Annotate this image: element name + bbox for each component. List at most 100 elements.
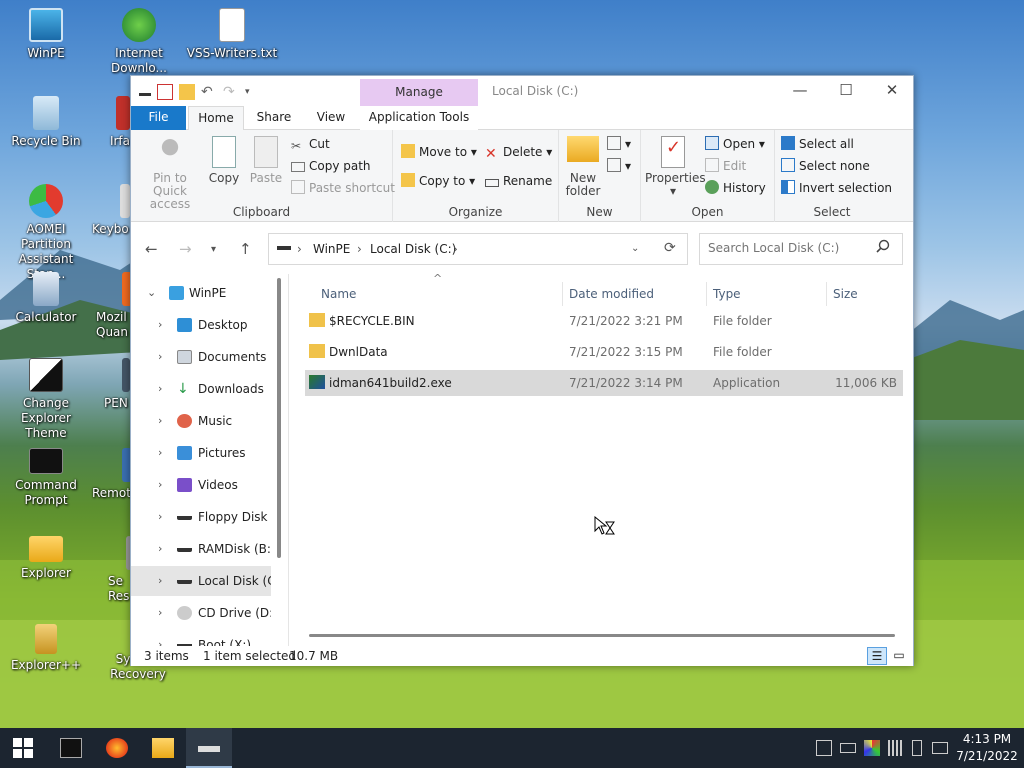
copy-button[interactable]: Copy	[205, 136, 243, 185]
new-folder-qat-icon[interactable]	[179, 84, 195, 100]
keyboard-icon[interactable]	[840, 743, 856, 753]
file-row[interactable]: DwnlData 7/21/2022 3:15 PM File folder	[305, 339, 903, 365]
desktop-icon-irfanview[interactable]: Irfa	[82, 96, 130, 149]
large-icons-view-icon[interactable]: ▭	[889, 647, 909, 665]
volume-muted-icon[interactable]	[936, 740, 952, 756]
column-header-size[interactable]: Size	[833, 282, 858, 306]
desktop-icon-explorerpp[interactable]: Explorer++	[0, 624, 92, 673]
nav-item-music[interactable]: › Music	[131, 406, 271, 436]
recent-locations-icon[interactable]: ▾	[211, 244, 216, 255]
pin-quick-access-button[interactable]: Pin to Quick access	[137, 136, 203, 211]
history-button[interactable]: History	[705, 178, 766, 198]
easy-access-button[interactable]: ▾	[607, 156, 631, 176]
nav-item-videos[interactable]: › Videos	[131, 470, 271, 500]
desktop-icon-remote[interactable]: Remot	[92, 448, 132, 501]
nav-item-documents[interactable]: › Documents	[131, 342, 271, 372]
usb-icon[interactable]	[912, 740, 922, 756]
taskbar-command-prompt[interactable]	[48, 728, 94, 768]
cut-button[interactable]: ✂ Cut	[291, 134, 330, 154]
nav-item-ramdisk[interactable]: › RAMDisk (B:)	[131, 534, 271, 564]
chevron-down-icon[interactable]: ⌄	[147, 278, 156, 308]
open-button[interactable]: Open ▾	[705, 134, 765, 154]
customize-qat-icon[interactable]: ▾	[245, 84, 253, 100]
search-icon[interactable]	[876, 239, 890, 253]
copy-to-button[interactable]: Copy to ▾	[401, 171, 475, 191]
close-button[interactable]: ✕	[869, 76, 915, 106]
column-header-name[interactable]: Name	[321, 282, 356, 306]
minimize-button[interactable]: —	[777, 76, 823, 106]
chevron-right-icon[interactable]: ›	[158, 438, 162, 468]
column-separator[interactable]	[706, 282, 707, 306]
chevron-right-icon[interactable]: ›	[158, 534, 162, 564]
address-bar[interactable]: › WinPE › Local Disk (C:) › ⌄ ⟳	[268, 233, 688, 265]
start-button[interactable]	[0, 728, 46, 768]
desktop-icon-aomei[interactable]: AOMEI Partition Assistant Stan...	[0, 184, 92, 282]
tab-share[interactable]: Share	[251, 106, 297, 130]
nav-item-cd-drive[interactable]: › CD Drive (D:)	[131, 598, 271, 628]
column-header-type[interactable]: Type	[713, 282, 741, 306]
chevron-right-icon[interactable]: ›	[158, 470, 162, 500]
chevron-right-icon[interactable]: ›	[158, 374, 162, 404]
color-app-icon[interactable]	[864, 740, 880, 756]
nav-item-winpe[interactable]: ⌄ WinPE	[131, 278, 271, 308]
forward-arrow-icon[interactable]: →	[179, 240, 192, 258]
tab-application-tools[interactable]: Application Tools	[360, 106, 478, 130]
new-folder-button[interactable]: New folder	[563, 136, 603, 198]
details-view-icon[interactable]: ☰	[867, 647, 887, 665]
tab-home[interactable]: Home	[188, 106, 244, 131]
taskbar-clock[interactable]: 4:13 PM 7/21/2022	[954, 731, 1020, 765]
desktop-icon-keyboard[interactable]: Keybo	[92, 184, 132, 237]
file-row[interactable]: $RECYCLE.BIN 7/21/2022 3:21 PM File fold…	[305, 308, 903, 334]
move-to-button[interactable]: Move to ▾	[401, 142, 477, 162]
chevron-right-icon[interactable]: ›	[158, 598, 162, 628]
address-dropdown-icon[interactable]: ⌄	[631, 243, 639, 254]
paste-shortcut-button[interactable]: Paste shortcut	[291, 178, 395, 198]
desktop-icon-internet-download-manager[interactable]: Internet Downlo...	[93, 8, 185, 76]
network-icon[interactable]	[816, 740, 832, 756]
nav-item-downloads[interactable]: › ↓ Downloads	[131, 374, 271, 404]
nav-item-local-disk[interactable]: › Local Disk (C:	[131, 566, 271, 596]
chevron-right-icon[interactable]: ›	[158, 342, 162, 372]
desktop-icon-pen[interactable]: PEN	[104, 358, 130, 411]
properties-qat-icon[interactable]	[157, 84, 173, 100]
desktop-icon-recycle-bin[interactable]: Recycle Bin	[0, 96, 92, 149]
copy-path-button[interactable]: Copy path	[291, 156, 371, 176]
delete-button[interactable]: ✕ Delete ▾	[485, 142, 552, 162]
select-none-button[interactable]: Select none	[781, 156, 870, 176]
desktop-icon-mozilla[interactable]: Mozil Quan	[96, 272, 132, 340]
file-row-selected[interactable]: idman641build2.exe 7/21/2022 3:14 PM App…	[305, 370, 903, 396]
properties-button[interactable]: ✓ Properties ▾	[645, 136, 706, 198]
column-separator[interactable]	[562, 282, 563, 306]
grid-app-icon[interactable]	[888, 740, 904, 756]
nav-item-floppy[interactable]: › Floppy Disk D	[131, 502, 271, 532]
paste-button[interactable]: Paste	[247, 136, 285, 185]
title-bar[interactable]: ↶ ↷ ▾ Manage Local Disk (C:) — ☐ ✕	[131, 76, 913, 106]
desktop-icon-change-explorer-theme[interactable]: Change Explorer Theme	[0, 358, 92, 441]
breadcrumb-separator-icon[interactable]: ›	[297, 242, 302, 256]
redo-icon[interactable]: ↷	[223, 84, 239, 100]
chevron-right-icon[interactable]: ›	[158, 310, 162, 340]
tab-file[interactable]: File	[131, 106, 186, 130]
breadcrumb-local-disk[interactable]: Local Disk (C:)	[370, 242, 456, 256]
desktop-icon-calculator[interactable]: Calculator	[0, 272, 92, 325]
manage-tab[interactable]: Manage	[360, 79, 478, 106]
undo-icon[interactable]: ↶	[201, 84, 217, 100]
nav-item-pictures[interactable]: › Pictures	[131, 438, 271, 468]
select-all-button[interactable]: Select all	[781, 134, 854, 154]
nav-pane-scrollbar[interactable]	[277, 278, 281, 558]
desktop-icon-command-prompt[interactable]: Command Prompt	[0, 448, 92, 508]
new-item-button[interactable]: ▾	[607, 134, 631, 154]
desktop-icon-winpe[interactable]: WinPE	[0, 8, 92, 61]
back-arrow-icon[interactable]: ←	[145, 240, 158, 258]
refresh-icon[interactable]: ⟳	[664, 240, 676, 256]
desktop-icon-explorer[interactable]: Explorer	[0, 536, 92, 581]
column-separator[interactable]	[826, 282, 827, 306]
chevron-right-icon[interactable]: ›	[158, 502, 162, 532]
desktop-icon-setup[interactable]: Se Res	[108, 536, 132, 604]
rename-button[interactable]: Rename	[485, 171, 552, 191]
taskbar-firefox[interactable]	[94, 728, 140, 768]
column-header-date[interactable]: Date modified	[569, 282, 654, 306]
edit-button[interactable]: Edit	[705, 156, 746, 176]
nav-item-desktop[interactable]: › Desktop	[131, 310, 271, 340]
taskbar-explorer[interactable]	[140, 728, 186, 768]
